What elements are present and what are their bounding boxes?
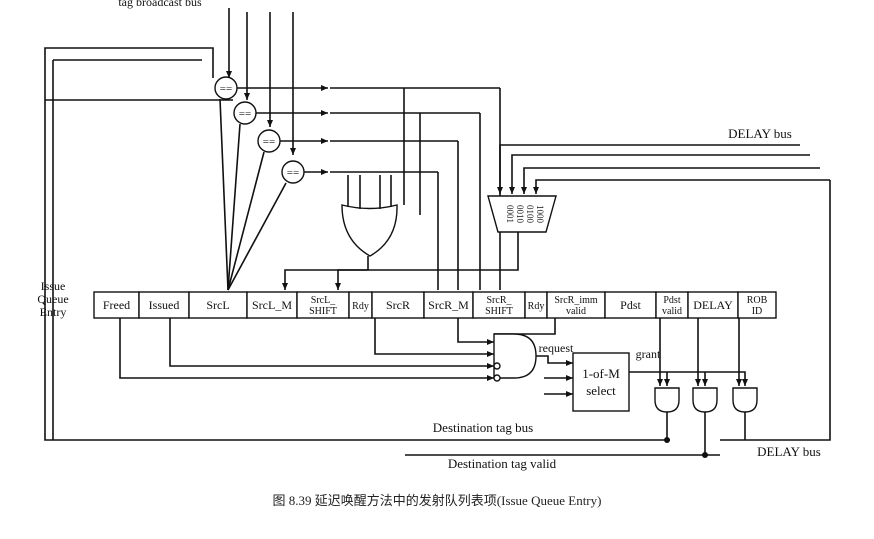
- srcl-to-comparators: [219, 98, 287, 291]
- field-issued: Issued: [138, 291, 190, 319]
- field-label: Rdy: [528, 301, 545, 312]
- field-pdst_valid: Pdstvalid: [655, 291, 689, 319]
- field-label-line2: SHIFT: [485, 306, 513, 317]
- svg-text:Destination tag valid: Destination tag valid: [448, 456, 557, 471]
- field-label: SrcR_M: [428, 298, 469, 312]
- destination-tag-buses: Destination tag bus Destination tag vali…: [405, 420, 821, 471]
- field-srcr: SrcR: [371, 291, 425, 319]
- comparator-4: ==: [281, 160, 305, 184]
- diagram-canvas: tag broadcast bus == == == == 0001 0010 …: [0, 0, 874, 539]
- comparator-outputs: [237, 85, 500, 175]
- comparator-1: ==: [214, 76, 238, 100]
- field-rdy_r: Rdy: [524, 291, 548, 319]
- field-to-and-lines: [119, 318, 556, 381]
- figure-caption: 图 8.39 延迟唤醒方法中的发射队列表项(Issue Queue Entry): [273, 493, 602, 508]
- field-pdst: Pdst: [604, 291, 657, 319]
- field-label: Freed: [103, 298, 130, 312]
- output-and-gates: [654, 318, 758, 458]
- field-srcr_imm: SrcR_immvalid: [546, 291, 606, 319]
- field-delay: DELAY: [687, 291, 739, 319]
- svg-text:Entry: Entry: [40, 305, 67, 319]
- comparator-2: ==: [233, 101, 257, 125]
- svg-text:DELAY bus: DELAY bus: [728, 126, 792, 141]
- field-srcl: SrcL: [188, 291, 248, 319]
- svg-text:Destination tag bus: Destination tag bus: [433, 420, 533, 435]
- svg-text:==: ==: [263, 136, 275, 148]
- field-label-line1: SrcR_imm: [554, 295, 598, 306]
- svg-text:DELAY bus: DELAY bus: [757, 444, 821, 459]
- field-rdy_l: Rdy: [348, 291, 373, 319]
- entry-fields: Freed Issued SrcL SrcL_M SrcL_SHIFT Rdy SrcR Sr…: [93, 291, 777, 319]
- field-label: Pdst: [620, 298, 641, 312]
- field-label: Rdy: [352, 301, 369, 312]
- field-label-line1: Pdst: [663, 295, 680, 306]
- tag-broadcast-bus-label: tag broadcast bus: [118, 0, 202, 9]
- request-label: request: [539, 341, 574, 355]
- diagram-svg: tag broadcast bus == == == == 0001 0010 …: [37, 0, 831, 508]
- field-label-line2: valid: [662, 306, 682, 317]
- svg-text:Issue: Issue: [41, 279, 66, 293]
- field-label-line2: valid: [566, 306, 586, 317]
- field-label-line2: SHIFT: [309, 306, 337, 317]
- svg-text:0001: 0001: [505, 205, 515, 223]
- grant-label: grant: [636, 347, 661, 361]
- field-label: SrcR: [386, 298, 410, 312]
- request-and-gate: request: [493, 333, 574, 397]
- delay-bus-top: DELAY bus: [497, 126, 830, 194]
- field-srcl_shift: SrcL_SHIFT: [296, 291, 350, 319]
- field-freed: Freed: [93, 291, 140, 319]
- field-label-line1: SrcL_: [311, 295, 336, 306]
- or-gate-left: [282, 175, 398, 290]
- field-rob_id: ROBID: [737, 291, 777, 319]
- svg-text:0100: 0100: [525, 205, 535, 224]
- svg-text:1-of-M: 1-of-M: [582, 366, 620, 381]
- issue-queue-entry-label: Issue Queue Entry: [37, 279, 68, 319]
- field-srcr_shift: SrcR_SHIFT: [472, 291, 526, 319]
- svg-text:select: select: [586, 383, 616, 398]
- srcr-bus-lines: [403, 88, 501, 290]
- field-label: SrcL: [206, 298, 229, 312]
- field-label-line1: ROB: [747, 295, 768, 306]
- svg-text:==: ==: [239, 108, 251, 120]
- field-label: Issued: [149, 298, 180, 312]
- svg-text:==: ==: [287, 167, 299, 179]
- svg-text:0010: 0010: [515, 205, 525, 224]
- svg-text:==: ==: [220, 83, 232, 95]
- svg-text:1000: 1000: [535, 205, 545, 224]
- comparator-3: ==: [257, 129, 281, 153]
- field-label-line1: SrcR_: [487, 295, 513, 306]
- field-srcr_m: SrcR_M: [423, 291, 474, 319]
- field-label-line2: ID: [752, 306, 763, 317]
- field-srcl_m: SrcL_M: [246, 291, 298, 319]
- svg-text:Queue: Queue: [37, 292, 68, 306]
- field-label: SrcL_M: [252, 298, 292, 312]
- field-label: DELAY: [693, 298, 733, 312]
